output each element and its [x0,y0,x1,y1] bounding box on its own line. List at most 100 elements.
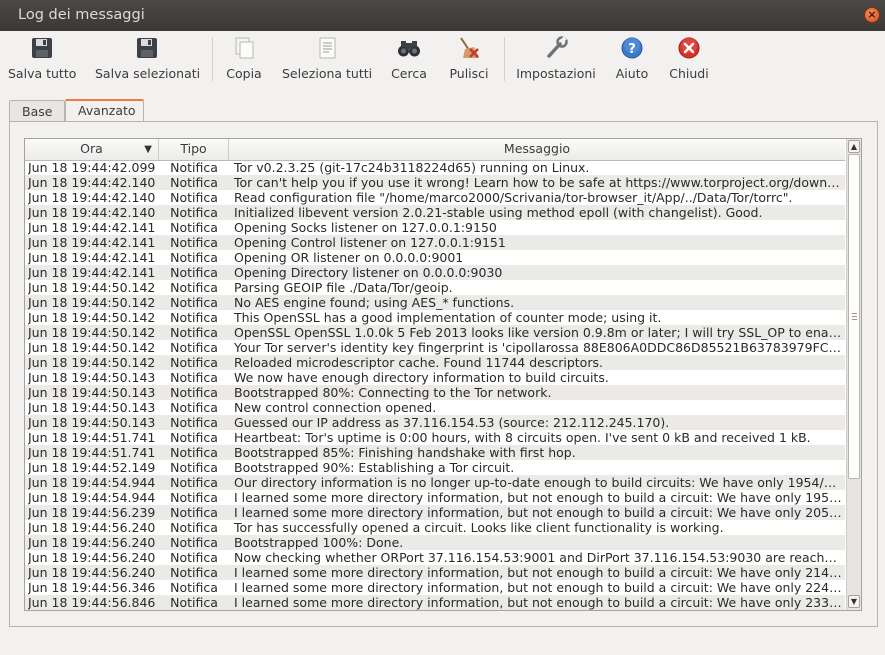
table-row[interactable]: Jun 18 19:44:42.140 Notifica Initialized l… [25,205,845,220]
table-row[interactable]: Jun 18 19:44:50.142 Notifica Your Tor serv… [25,340,845,355]
table-row[interactable]: Jun 18 19:44:56.346 Notifica I learned som… [25,580,845,595]
cell-message: Opening Directory listener on 0.0.0.0:90… [234,265,503,280]
cell-time: Jun 18 19:44:42.141 [28,250,156,265]
cell-message: Our directory information is no longer u… [234,475,842,490]
cell-message: I learned some more directory informatio… [234,565,842,580]
save-selected-button[interactable]: Salva selezionati [95,35,200,83]
table-row[interactable]: Jun 18 19:44:56.240 Notifica I learned som… [25,565,845,580]
cell-type: Notifica [170,415,218,430]
vertical-scrollbar[interactable]: ▲ ▼ [846,139,861,610]
clear-button[interactable]: Pulisci [447,35,491,83]
table-row[interactable]: Jun 18 19:44:50.142 Notifica OpenSSL OpenS… [25,325,845,340]
wrench-icon [543,35,569,61]
search-button[interactable]: Cerca [389,35,429,83]
table-row[interactable]: Jun 18 19:44:54.944 Notifica Our directory… [25,475,845,490]
cell-time: Jun 18 19:44:56.240 [28,535,156,550]
cell-time: Jun 18 19:44:51.741 [28,430,156,445]
tab-base-label: Base [22,104,53,119]
table-row[interactable]: Jun 18 19:44:50.143 Notifica Guessed our I… [25,415,845,430]
cell-message: I learned some more directory informatio… [234,595,842,610]
table-row[interactable]: Jun 18 19:44:42.141 Notifica Opening Socks… [25,220,845,235]
table-row[interactable]: Jun 18 19:44:52.149 Notifica Bootstrapped … [25,460,845,475]
help-button[interactable]: ? Aiuto [614,35,650,83]
cell-message: OpenSSL OpenSSL 1.0.0k 5 Feb 2013 looks … [234,325,842,340]
table-row[interactable]: Jun 18 19:44:51.741 Notifica Heartbeat: To… [25,430,845,445]
table-row[interactable]: Jun 18 19:44:42.140 Notifica Tor can't hel… [25,175,845,190]
cell-time: Jun 18 19:44:54.944 [28,490,156,505]
column-header-message-label: Messaggio [503,141,571,156]
table-row[interactable]: Jun 18 19:44:56.240 Notifica Tor has succe… [25,520,845,535]
cell-time: Jun 18 19:44:50.142 [28,325,156,340]
cell-message: Parsing GEOIP file ./Data/Tor/geoip. [234,280,453,295]
select-all-button[interactable]: Seleziona tutti [282,35,372,83]
cell-message: Opening OR listener on 0.0.0.0:9001 [234,250,464,265]
cell-time: Jun 18 19:44:50.142 [28,295,156,310]
cell-message: Tor has successfully opened a circuit. L… [234,520,724,535]
cell-type: Notifica [170,250,218,265]
copy-label: Copia [226,66,262,81]
cell-message: Reloaded microdescriptor cache. Found 11… [234,355,603,370]
table-row[interactable]: Jun 18 19:44:50.143 Notifica We now have e… [25,370,845,385]
scrollbar-grip [852,313,857,314]
cell-message: Tor v0.2.3.25 (git-17c24b3118224d65) run… [234,160,590,175]
cell-type: Notifica [170,535,218,550]
column-header-time[interactable]: Ora ▼ [25,139,159,160]
cell-message: Read configuration file "/home/marco2000… [234,190,793,205]
cell-time: Jun 18 19:44:50.143 [28,385,156,400]
cell-message: I learned some more directory informatio… [234,505,842,520]
table-row[interactable]: Jun 18 19:44:42.141 Notifica Opening OR li… [25,250,845,265]
cell-type: Notifica [170,370,218,385]
cell-type: Notifica [170,190,218,205]
tab-advanced[interactable]: Avanzato [65,99,144,122]
cell-message: Opening Socks listener on 127.0.0.1:9150 [234,220,497,235]
table-row[interactable]: Jun 18 19:44:56.240 Notifica Bootstrapped … [25,535,845,550]
table-row[interactable]: Jun 18 19:44:42.099 Notifica Tor v0.2.3.25… [25,160,845,175]
table-row[interactable]: Jun 18 19:44:50.142 Notifica Parsing GEOIP… [25,280,845,295]
cell-type: Notifica [170,400,218,415]
table-row[interactable]: Jun 18 19:44:42.140 Notifica Read configur… [25,190,845,205]
settings-label: Impostazioni [516,66,596,81]
cell-message: Heartbeat: Tor's uptime is 0:00 hours, w… [234,430,811,445]
table-row[interactable]: Jun 18 19:44:56.240 Notifica Now checking … [25,550,845,565]
log-table[interactable]: Ora ▼ Tipo Messaggio Jun 18 19:44:42.099… [24,138,862,611]
table-row[interactable]: Jun 18 19:44:50.143 Notifica Bootstrapped … [25,385,845,400]
cell-message: We now have enough directory information… [234,370,609,385]
close-button[interactable]: Chiudi [668,35,710,83]
table-row[interactable]: Jun 18 19:44:50.143 Notifica New control c… [25,400,845,415]
cell-message: No AES engine found; using AES_* functio… [234,295,515,310]
broom-icon [456,35,482,61]
cell-type: Notifica [170,595,218,610]
table-row[interactable]: Jun 18 19:44:51.741 Notifica Bootstrapped … [25,445,845,460]
cell-time: Jun 18 19:44:50.142 [28,340,156,355]
search-label: Cerca [391,66,427,81]
settings-button[interactable]: Impostazioni [516,35,596,83]
scrollbar-grip [852,319,857,320]
table-row[interactable]: Jun 18 19:44:50.142 Notifica This OpenSSL … [25,310,845,325]
scrollbar-thumb[interactable] [848,154,860,479]
save-all-button[interactable]: Salva tutto [8,35,76,83]
copy-button[interactable]: Copia [224,35,264,83]
scroll-down-arrow-icon[interactable]: ▼ [848,595,860,608]
table-row[interactable]: Jun 18 19:44:50.142 Notifica No AES engine… [25,295,845,310]
cell-type: Notifica [170,160,218,175]
column-header-message[interactable]: Messaggio [229,139,845,160]
table-row[interactable]: Jun 18 19:44:42.141 Notifica Opening Contr… [25,235,845,250]
window-close-button[interactable]: × [864,7,880,23]
cell-time: Jun 18 19:44:50.142 [28,280,156,295]
tab-base[interactable]: Base [9,100,65,121]
scroll-up-arrow-icon[interactable]: ▲ [848,140,860,153]
table-body: Jun 18 19:44:42.099 Notifica Tor v0.2.3.25… [25,160,845,610]
table-row[interactable]: Jun 18 19:44:42.141 Notifica Opening Direc… [25,265,845,280]
column-header-type[interactable]: Tipo [159,139,229,160]
select-all-label: Seleziona tutti [282,66,373,81]
table-row[interactable]: Jun 18 19:44:56.846 Notifica I learned som… [25,595,845,610]
cell-message: Opening Control listener on 127.0.0.1:91… [234,235,506,250]
table-row[interactable]: Jun 18 19:44:54.944 Notifica I learned som… [25,490,845,505]
close-label: Chiudi [669,66,709,81]
document-icon [314,35,340,61]
cell-time: Jun 18 19:44:56.346 [28,580,156,595]
table-row[interactable]: Jun 18 19:44:50.142 Notifica Reloaded micr… [25,355,845,370]
table-row[interactable]: Jun 18 19:44:56.239 Notifica I learned som… [25,505,845,520]
cell-type: Notifica [170,205,218,220]
cell-time: Jun 18 19:44:54.944 [28,475,156,490]
